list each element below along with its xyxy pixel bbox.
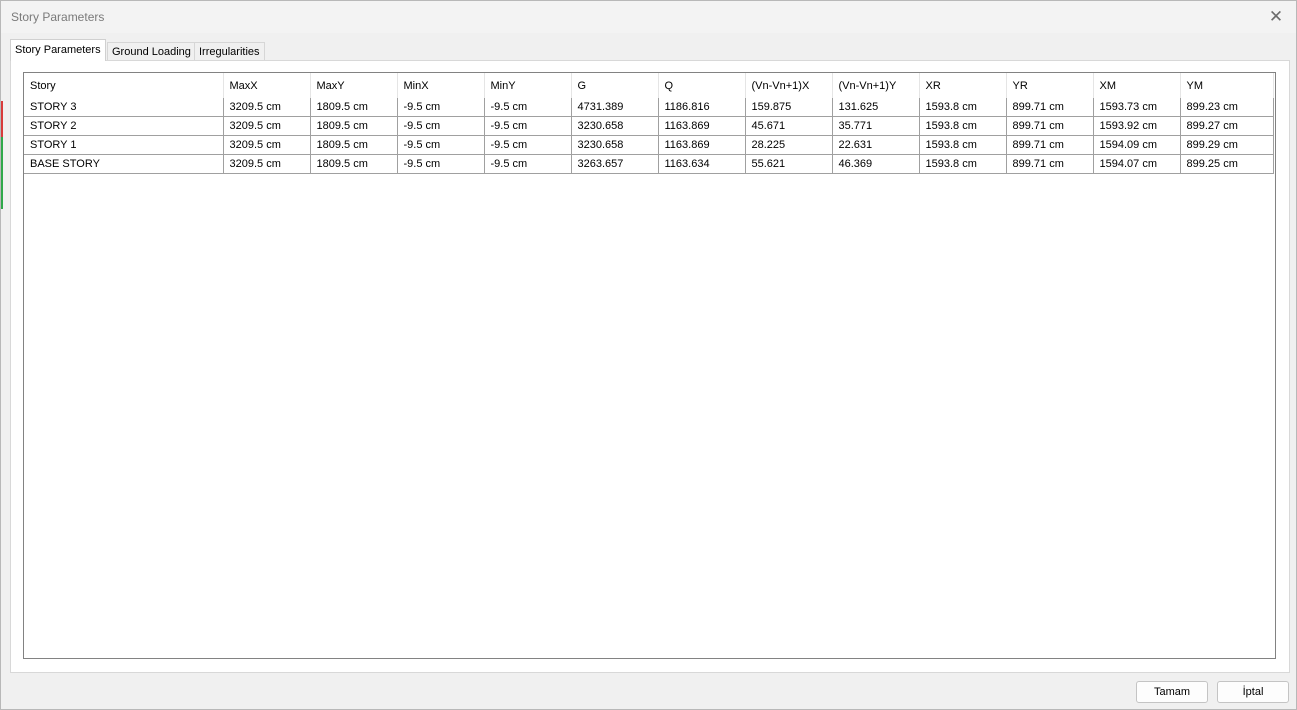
cell[interactable]: 1593.8 cm (919, 98, 1007, 117)
column-header-minx[interactable]: MinX (397, 73, 485, 98)
cell[interactable]: 3230.658 (571, 135, 659, 155)
tab-irregularities[interactable]: Irregularities (194, 42, 265, 61)
column-header-yr[interactable]: YR (1006, 73, 1094, 98)
cell[interactable]: 45.671 (745, 116, 833, 136)
tab-ground-loading[interactable]: Ground Loading (107, 42, 196, 61)
cell[interactable]: 1163.869 (658, 135, 746, 155)
cell[interactable]: -9.5 cm (397, 116, 485, 136)
cell[interactable]: 131.625 (832, 98, 920, 117)
cell[interactable]: 3263.657 (571, 154, 659, 174)
cell[interactable]: 1809.5 cm (310, 135, 398, 155)
cell[interactable]: 1186.816 (658, 98, 746, 117)
cell[interactable]: 3209.5 cm (223, 116, 311, 136)
cell[interactable]: STORY 1 (24, 135, 224, 155)
background-edge-red (1, 101, 3, 137)
cell[interactable]: 1593.8 cm (919, 116, 1007, 136)
cell[interactable]: STORY 2 (24, 116, 224, 136)
cell[interactable]: 899.71 cm (1006, 116, 1094, 136)
column-header-xm[interactable]: XM (1093, 73, 1181, 98)
cell[interactable]: 1809.5 cm (310, 98, 398, 117)
cell[interactable]: -9.5 cm (484, 154, 572, 174)
cell[interactable]: 899.25 cm (1180, 154, 1274, 174)
tab-panel: Story MaxX MaxY MinX MinY G Q (Vn-Vn+1)X… (10, 60, 1290, 673)
cell[interactable]: 899.29 cm (1180, 135, 1274, 155)
cell[interactable]: 35.771 (832, 116, 920, 136)
tab-story-parameters[interactable]: Story Parameters (10, 39, 106, 61)
column-header-story[interactable]: Story (24, 73, 224, 98)
cell[interactable]: 3209.5 cm (223, 135, 311, 155)
cell[interactable]: 1809.5 cm (310, 154, 398, 174)
close-icon: ✕ (1268, 7, 1284, 26)
cell[interactable]: 55.621 (745, 154, 833, 174)
column-header-maxy[interactable]: MaxY (310, 73, 398, 98)
table-row[interactable]: STORY 1 3209.5 cm 1809.5 cm -9.5 cm -9.5… (24, 135, 1274, 155)
table-header-row: Story MaxX MaxY MinX MinY G Q (Vn-Vn+1)X… (24, 73, 1274, 98)
close-button[interactable]: ✕ (1256, 1, 1296, 33)
cell[interactable]: 899.23 cm (1180, 98, 1274, 117)
cell[interactable]: 1593.8 cm (919, 135, 1007, 155)
cell[interactable]: 1593.92 cm (1093, 116, 1181, 136)
ok-button[interactable]: Tamam (1136, 681, 1208, 703)
column-header-ym[interactable]: YM (1180, 73, 1274, 98)
cell[interactable]: 1593.8 cm (919, 154, 1007, 174)
cell[interactable]: 899.71 cm (1006, 135, 1094, 155)
title-bar: Story Parameters ✕ (1, 1, 1296, 33)
cancel-button[interactable]: İptal (1217, 681, 1289, 703)
cell[interactable]: 1163.634 (658, 154, 746, 174)
cell[interactable]: 3209.5 cm (223, 154, 311, 174)
cell[interactable]: 1594.07 cm (1093, 154, 1181, 174)
cell[interactable]: 22.631 (832, 135, 920, 155)
cell[interactable]: STORY 3 (24, 98, 224, 117)
cell[interactable]: -9.5 cm (397, 154, 485, 174)
cell[interactable]: -9.5 cm (484, 135, 572, 155)
cell[interactable]: 46.369 (832, 154, 920, 174)
story-parameters-table: Story MaxX MaxY MinX MinY G Q (Vn-Vn+1)X… (24, 73, 1274, 174)
cell[interactable]: 28.225 (745, 135, 833, 155)
cell[interactable]: 1594.09 cm (1093, 135, 1181, 155)
column-header-vn-y[interactable]: (Vn-Vn+1)Y (832, 73, 920, 98)
story-parameters-dialog: Story Parameters ✕ Story Parameters Grou… (0, 0, 1297, 710)
column-header-g[interactable]: G (571, 73, 659, 98)
column-header-vn-x[interactable]: (Vn-Vn+1)X (745, 73, 833, 98)
table-row[interactable]: STORY 3 3209.5 cm 1809.5 cm -9.5 cm -9.5… (24, 98, 1274, 117)
cell[interactable]: 159.875 (745, 98, 833, 117)
cell[interactable]: 1809.5 cm (310, 116, 398, 136)
story-parameters-grid[interactable]: Story MaxX MaxY MinX MinY G Q (Vn-Vn+1)X… (23, 72, 1276, 659)
table-row[interactable]: STORY 2 3209.5 cm 1809.5 cm -9.5 cm -9.5… (24, 116, 1274, 136)
cell[interactable]: -9.5 cm (397, 135, 485, 155)
column-header-miny[interactable]: MinY (484, 73, 572, 98)
column-header-xr[interactable]: XR (919, 73, 1007, 98)
cell[interactable]: 899.27 cm (1180, 116, 1274, 136)
cell[interactable]: 3209.5 cm (223, 98, 311, 117)
cell[interactable]: BASE STORY (24, 154, 224, 174)
background-edge-green (1, 137, 3, 209)
column-header-maxx[interactable]: MaxX (223, 73, 311, 98)
cell[interactable]: 899.71 cm (1006, 154, 1094, 174)
cell[interactable]: 4731.389 (571, 98, 659, 117)
cell[interactable]: 899.71 cm (1006, 98, 1094, 117)
window-title: Story Parameters (11, 10, 105, 24)
table-row[interactable]: BASE STORY 3209.5 cm 1809.5 cm -9.5 cm -… (24, 154, 1274, 174)
column-header-q[interactable]: Q (658, 73, 746, 98)
cell[interactable]: -9.5 cm (397, 98, 485, 117)
cell[interactable]: 3230.658 (571, 116, 659, 136)
cell[interactable]: 1593.73 cm (1093, 98, 1181, 117)
cell[interactable]: 1163.869 (658, 116, 746, 136)
cell[interactable]: -9.5 cm (484, 116, 572, 136)
cell[interactable]: -9.5 cm (484, 98, 572, 117)
